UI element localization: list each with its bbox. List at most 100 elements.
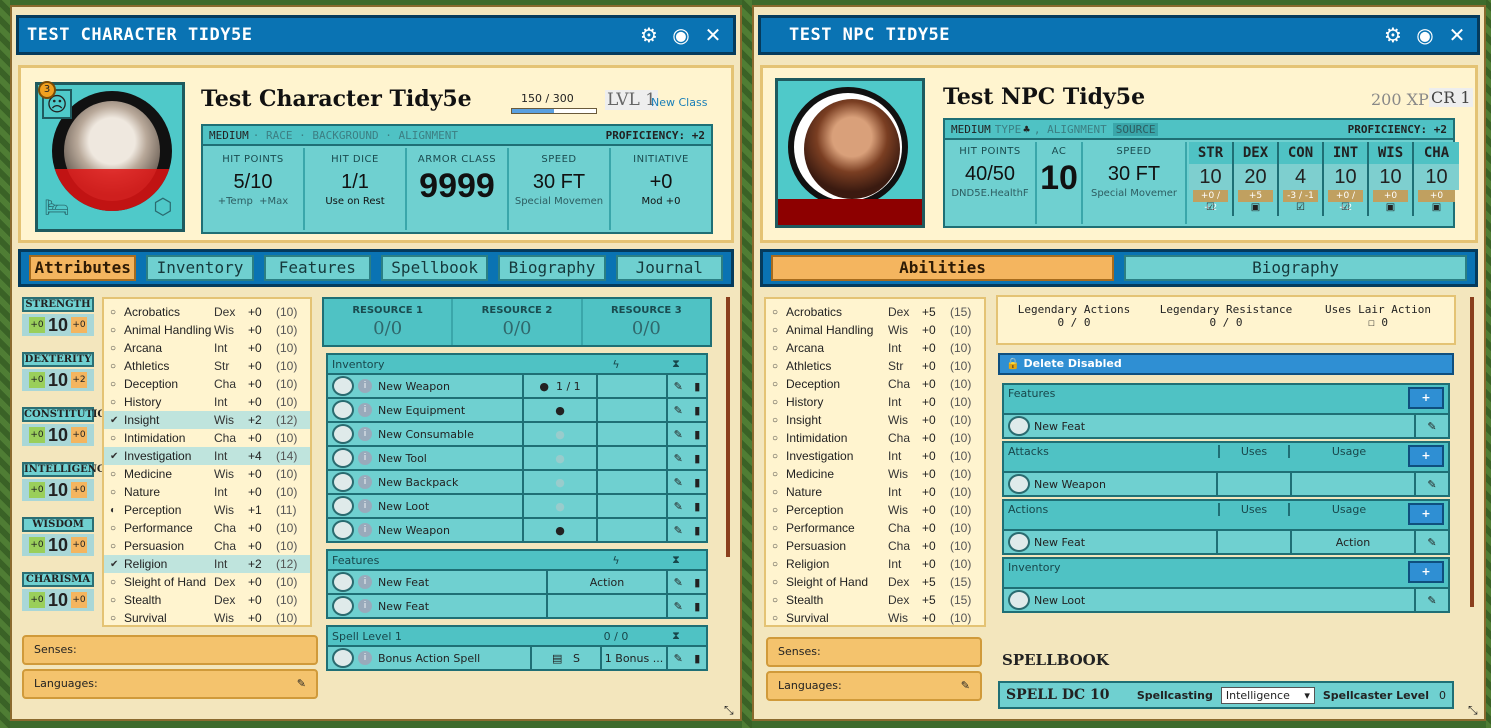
skill-row[interactable]: ○ Medicine Wis +0 (10) <box>766 465 984 483</box>
tab-inventory[interactable]: Inventory <box>146 255 254 281</box>
ability-constitution[interactable]: CONSTITUTION +0 10 +0 <box>22 407 115 462</box>
hit-points[interactable]: HIT POINTS 5/10 +Temp +Max <box>203 148 305 230</box>
max-hp[interactable]: +Max <box>259 196 288 207</box>
item-row[interactable]: i New Consumable ● ✎ ▮ <box>326 423 708 447</box>
skill-row[interactable]: ○ Animal Handling Wis +0 (10) <box>766 321 984 339</box>
checkbox[interactable]: ☐ <box>1368 316 1375 329</box>
ability-con[interactable]: CON 4 -3 / -1 ☑ <box>1279 142 1324 216</box>
skill-row[interactable]: ✔ Religion Int +2 (12) <box>104 555 310 573</box>
languages-field[interactable]: Languages: ✎ <box>766 671 982 701</box>
ability-intelligence[interactable]: INTELLIGENCE +0 10 +0 <box>22 462 113 517</box>
item-row[interactable]: i New Tool ● ✎ ▮ <box>326 447 708 471</box>
ability-strength[interactable]: STRENGTH +0 10 +0 <box>22 297 94 352</box>
skill-row[interactable]: ○ Nature Int +0 (10) <box>766 483 984 501</box>
spell-row[interactable]: i Bonus Action Spell ▤ S1 Bonus ... ✎ ▮ <box>326 647 708 671</box>
senses-field[interactable]: Senses: <box>766 637 982 667</box>
languages-field[interactable]: Languages: ✎ <box>22 669 318 699</box>
skill-row[interactable]: ✔ Insight Wis +2 (12) <box>104 411 310 429</box>
close-icon[interactable]: ✕ <box>701 23 725 47</box>
skill-row[interactable]: ○ Performance Cha +0 (10) <box>766 519 984 537</box>
ability-str[interactable]: STR 10 +0 / +2 ☑ <box>1189 142 1234 216</box>
skill-row[interactable]: ○ Perception Wis +0 (10) <box>766 501 984 519</box>
gear-icon[interactable]: ⚙ <box>637 23 661 47</box>
skill-row[interactable]: ○ Performance Cha +0 (10) <box>104 519 310 537</box>
skill-row[interactable]: ✔ Investigation Int +4 (14) <box>104 447 310 465</box>
ability-int[interactable]: INT 10 +0 / +2 ☑ <box>1324 142 1369 216</box>
ability-cha[interactable]: CHA 10 +0 ▣ <box>1414 142 1459 216</box>
action-row[interactable]: New Feat Action ✎ <box>1002 531 1450 555</box>
resize-icon[interactable]: ⤡ <box>1468 703 1482 717</box>
skill-row[interactable]: ○ History Int +0 (10) <box>104 393 310 411</box>
npc-name[interactable]: Test NPC Tidy5e <box>943 84 1145 110</box>
user-icon[interactable]: ◉ <box>669 23 693 47</box>
character-name[interactable]: Test Character Tidy5e <box>201 86 472 112</box>
senses-field[interactable]: Senses: <box>22 635 318 665</box>
tab-features[interactable]: Features <box>263 255 371 281</box>
window-titlebar[interactable]: TEST CHARACTER TIDY5E ⚙ ◉ ✕ <box>16 15 736 55</box>
attack-row[interactable]: New Weapon ✎ <box>1002 473 1450 497</box>
resize-icon[interactable]: ⤡ <box>724 703 738 717</box>
skill-row[interactable]: ○ Stealth Dex +5 (15) <box>766 591 984 609</box>
portrait[interactable]: ☹ 3 🛏 ⬡ <box>35 81 185 232</box>
speed[interactable]: SPEED 30 FT Special Movemen <box>509 148 611 230</box>
ability-wisdom[interactable]: WISDOM +0 10 +0 <box>22 517 94 572</box>
skill-row[interactable]: ○ Sleight of Hand Dex +5 (15) <box>766 573 984 591</box>
skill-row[interactable]: ○ Animal Handling Wis +0 (10) <box>104 321 310 339</box>
spellcaster-level[interactable]: 0 <box>1439 689 1446 702</box>
skill-row[interactable]: ○ Religion Int +0 (10) <box>766 555 984 573</box>
hit-dice[interactable]: HIT DICE 1/1 Use on Rest <box>305 148 407 230</box>
scrollbar[interactable] <box>1470 297 1474 607</box>
type-label[interactable]: TYPE <box>995 123 1022 136</box>
ability-dex[interactable]: DEX 20 +5 ▣ <box>1234 142 1279 216</box>
size-label[interactable]: MEDIUM <box>209 129 249 142</box>
rest-icon[interactable]: 🛏 <box>42 195 72 225</box>
skill-row[interactable]: ○ Athletics Str +0 (10) <box>766 357 984 375</box>
delete-disabled-bar[interactable]: 🔒 Delete Disabled <box>998 353 1454 375</box>
size-label[interactable]: MEDIUM <box>951 123 991 136</box>
feature-row[interactable]: New Feat ✎ <box>1002 415 1450 439</box>
skill-row[interactable]: ○ Arcana Int +0 (10) <box>104 339 310 357</box>
temp-hp[interactable]: +Temp <box>218 196 253 207</box>
skill-row[interactable]: ○ Athletics Str +0 (10) <box>104 357 310 375</box>
skill-row[interactable]: ○ Deception Cha +0 (10) <box>766 375 984 393</box>
initiative[interactable]: INITIATIVE +0 Mod +0 <box>611 148 711 230</box>
armor-class[interactable]: ARMOR CLASS 9999 <box>407 148 509 230</box>
skill-row[interactable]: ○ Persuasion Cha +0 (10) <box>766 537 984 555</box>
item-row[interactable]: i New Backpack ● ✎ ▮ <box>326 471 708 495</box>
tab-abilities[interactable]: Abilities <box>771 255 1114 281</box>
tab-biography[interactable]: Biography <box>1124 255 1467 281</box>
user-icon[interactable]: ◉ <box>1413 23 1437 47</box>
inspiration-badge[interactable]: 3 <box>38 81 56 99</box>
skill-row[interactable]: ○ Investigation Int +0 (10) <box>766 447 984 465</box>
skill-row[interactable]: ○ Stealth Dex +0 (10) <box>104 591 310 609</box>
resource-3[interactable]: RESOURCE 3 0/0 <box>583 299 710 345</box>
item-row[interactable]: i New Weapon ● 1 / 1 ✎ ▮ <box>326 375 708 399</box>
spellcasting-ability-select[interactable]: Intelligence ▾ <box>1220 686 1315 704</box>
resource-1[interactable]: RESOURCE 1 0/0 <box>324 299 454 345</box>
item-row[interactable]: i New Equipment ● ✎ ▮ <box>326 399 708 423</box>
skill-row[interactable]: ○ Acrobatics Dex +0 (10) <box>104 303 310 321</box>
add-attack-button[interactable]: + <box>1408 445 1444 467</box>
new-class-link[interactable]: New Class <box>651 96 707 109</box>
ability-charisma[interactable]: CHARISMA +0 10 +0 <box>22 572 94 627</box>
add-action-button[interactable]: + <box>1408 503 1444 525</box>
skill-row[interactable]: ◐ Perception Wis +1 (11) <box>104 501 310 519</box>
skill-row[interactable]: ○ History Int +0 (10) <box>766 393 984 411</box>
skill-row[interactable]: ○ Intimidation Cha +0 (10) <box>766 429 984 447</box>
legendary-resistance[interactable]: Legendary Resistance 0 / 0 <box>1150 297 1302 343</box>
skill-row[interactable]: ○ Sleight of Hand Dex +0 (10) <box>104 573 310 591</box>
item-row[interactable]: New Loot ✎ <box>1002 589 1450 613</box>
gear-icon[interactable]: ⚙ <box>1381 23 1405 47</box>
skill-row[interactable]: ○ Nature Int +0 (10) <box>104 483 310 501</box>
item-row[interactable]: i New Loot ● ✎ ▮ <box>326 495 708 519</box>
race-background-alignment[interactable]: · RACE · BACKGROUND · ALIGNMENT <box>253 129 458 142</box>
item-row[interactable]: i New Weapon ● ✎ ▮ <box>326 519 708 543</box>
armor-class[interactable]: AC 10 <box>1037 142 1083 224</box>
source-label[interactable]: SOURCE <box>1112 122 1159 136</box>
tab-spellbook[interactable]: Spellbook <box>380 255 489 281</box>
skill-row[interactable]: ○ Medicine Wis +0 (10) <box>104 465 310 483</box>
add-item-button[interactable]: + <box>1408 561 1444 583</box>
lair-action[interactable]: Uses Lair Action ☐ 0 <box>1302 297 1454 343</box>
tab-biography[interactable]: Biography <box>498 255 606 281</box>
speed[interactable]: SPEED 30 FT Special Movemer <box>1083 142 1187 224</box>
